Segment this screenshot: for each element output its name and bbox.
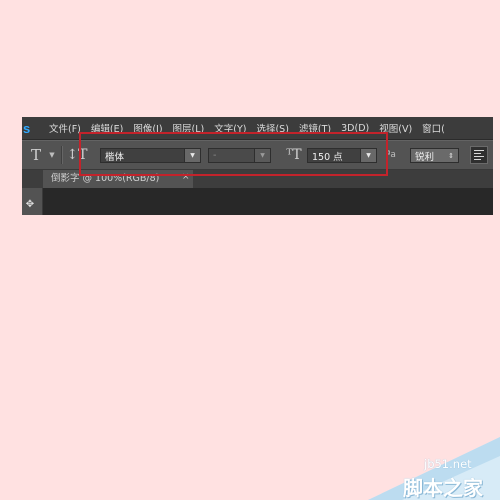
canvas-area[interactable] [43, 188, 493, 215]
align-line [474, 150, 484, 151]
red-highlight-annotation [79, 132, 388, 176]
photoshop-logo: s [23, 120, 31, 136]
watermark-brand: 脚本之家 [403, 476, 483, 500]
antialias-select[interactable]: 锐利 ⇕ [410, 148, 459, 163]
watermark-url: jb51.net [424, 457, 472, 471]
options-separator [61, 146, 63, 164]
align-line [474, 159, 481, 160]
menu-window[interactable]: 窗口( [422, 121, 445, 135]
tools-panel: ✥ [22, 188, 43, 215]
antialias-value: 锐利 [415, 151, 435, 163]
tool-preset-dropdown-icon[interactable]: ▼ [47, 141, 57, 169]
menu-file[interactable]: 文件(F) [49, 121, 81, 135]
watermark-ribbon [368, 437, 500, 500]
updown-arrow-icon: ⇕ [448, 151, 454, 160]
align-left-button[interactable] [470, 146, 488, 164]
align-line [474, 153, 481, 154]
align-line [474, 156, 484, 157]
type-tool-icon[interactable]: T [25, 141, 47, 169]
move-tool-icon[interactable]: ✥ [24, 199, 36, 211]
